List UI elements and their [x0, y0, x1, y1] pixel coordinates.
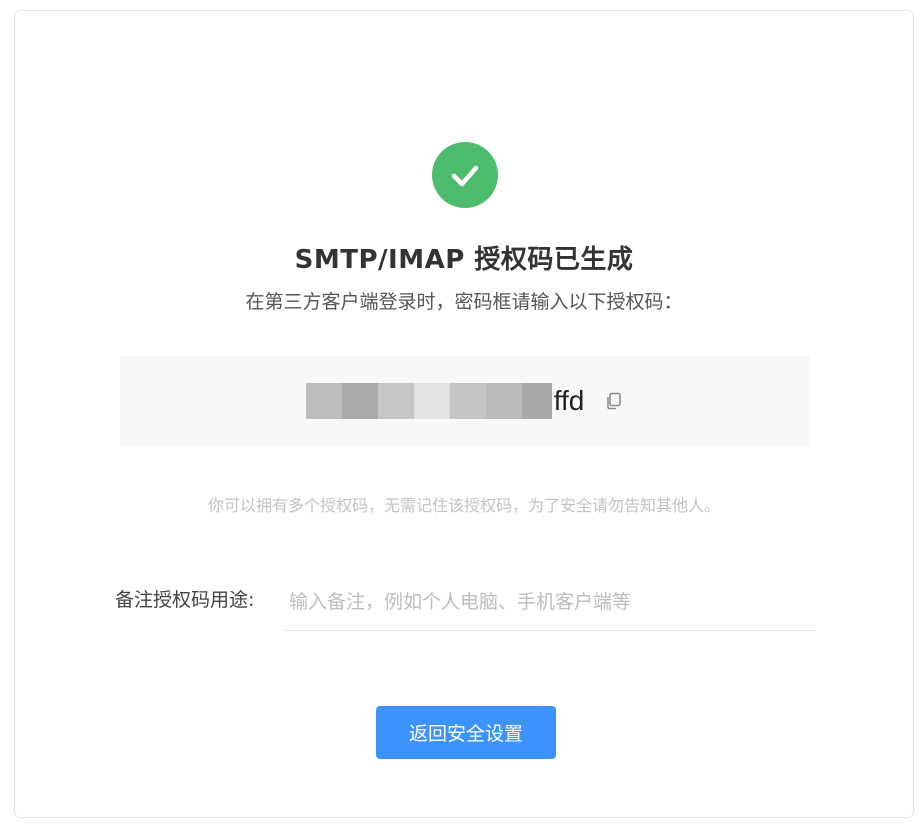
remark-row: 备注授权码用途:	[115, 573, 815, 633]
page-subtitle: 在第三方客户端登录时，密码框请输入以下授权码：	[245, 291, 683, 313]
back-to-security-settings-button[interactable]: 返回安全设置	[376, 706, 556, 759]
auth-code-display: ffd	[305, 383, 625, 419]
page-title: SMTP/IMAP 授权码已生成	[294, 245, 634, 275]
check-circle-icon	[432, 142, 498, 208]
copy-icon[interactable]	[604, 391, 624, 411]
auth-code-box: ffd	[120, 356, 810, 446]
security-hint: 你可以拥有多个授权码，无需记住该授权码，为了安全请勿告知其他人。	[207, 496, 720, 515]
auth-code-mask	[305, 383, 552, 419]
remark-label: 备注授权码用途:	[115, 589, 255, 611]
remark-input[interactable]	[285, 573, 815, 631]
auth-code-result-card: SMTP/IMAP 授权码已生成 在第三方客户端登录时，密码框请输入以下授权码：…	[14, 10, 914, 818]
auth-code-suffix: ffd	[553, 385, 585, 416]
